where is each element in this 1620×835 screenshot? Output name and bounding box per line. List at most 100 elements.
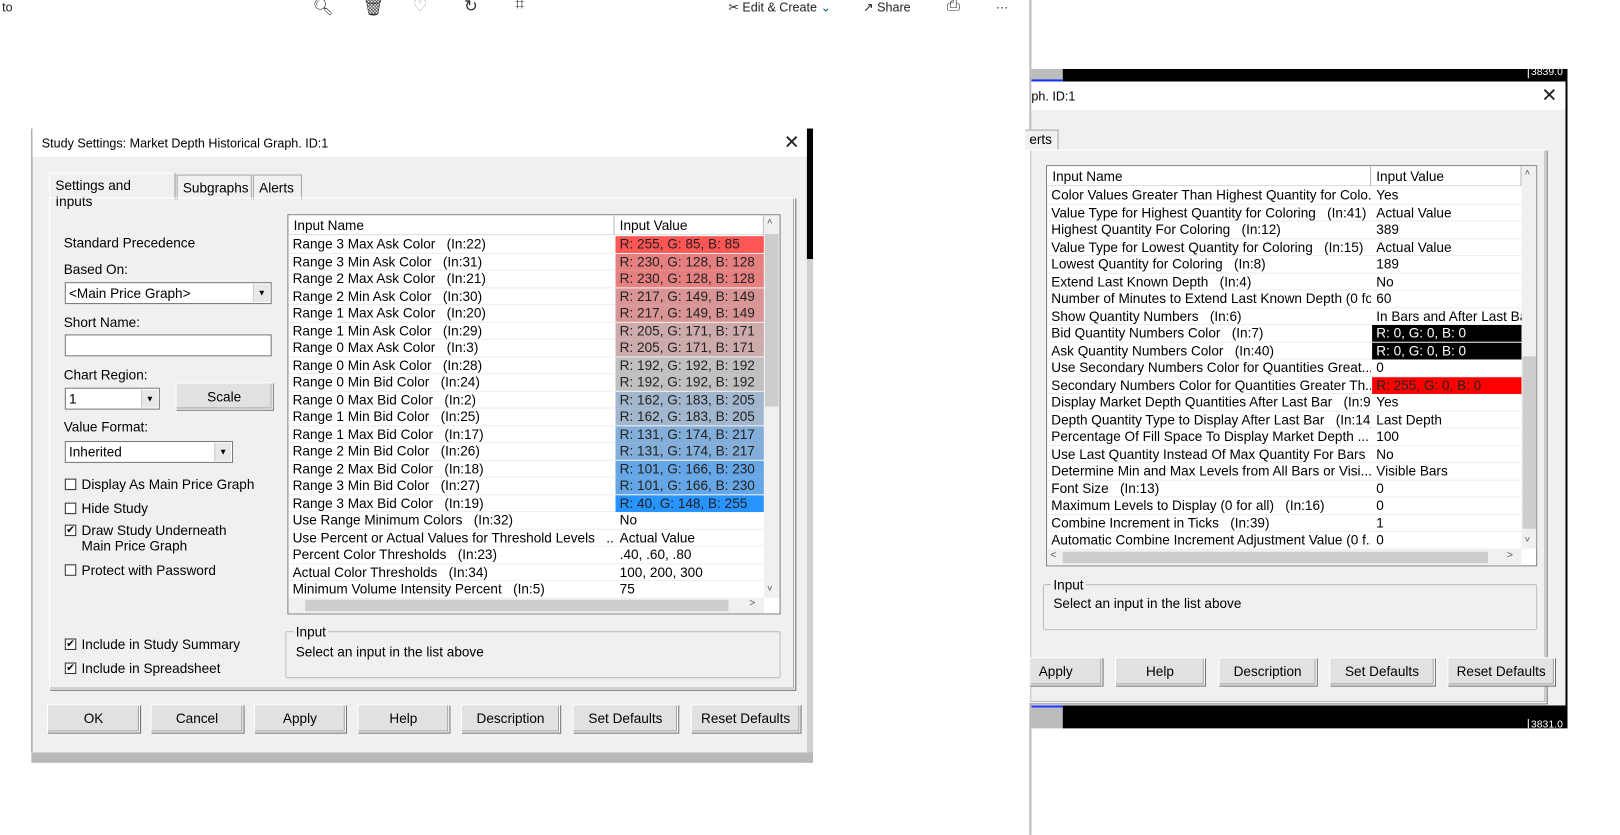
- cancel-button[interactable]: Cancel: [150, 704, 244, 733]
- tab-alerts[interactable]: Alerts: [252, 174, 303, 200]
- input-name-cell[interactable]: Use Secondary Numbers Color for Quantiti…: [1047, 359, 1371, 376]
- table-row[interactable]: Range 2 Max Ask Color (In:21) R: 230, G: …: [288, 270, 764, 288]
- h-scrollbar-thumb[interactable]: [1062, 551, 1489, 564]
- tab-subgraphs[interactable]: Subgraphs: [176, 174, 252, 200]
- input-name-cell[interactable]: Range 2 Min Ask Color (In:30): [288, 288, 614, 305]
- input-value-cell[interactable]: No: [1372, 273, 1521, 290]
- input-name-cell[interactable]: Bid Quantity Numbers Color (In:7): [1047, 325, 1371, 342]
- input-name-cell[interactable]: Range 3 Min Bid Color (In:27): [288, 478, 614, 495]
- checkbox-checked[interactable]: ✔: [64, 662, 77, 675]
- table-row[interactable]: Range 1 Min Bid Color (In:25) R: 162, G: …: [288, 408, 764, 426]
- h-scrollbar-thumb[interactable]: [305, 599, 729, 612]
- zoom-in-icon[interactable]: 🔍︎: [312, 0, 333, 18]
- input-value-cell[interactable]: R: 192, G: 192, B: 192: [615, 356, 764, 374]
- scroll-right-icon[interactable]: >: [1507, 550, 1513, 561]
- table-row[interactable]: Show Quantity Numbers (In:6) In Bars and …: [1047, 308, 1522, 325]
- input-value-cell[interactable]: 0: [1372, 497, 1521, 514]
- input-name-cell[interactable]: Range 2 Max Ask Color (In:21): [288, 271, 614, 288]
- table-row[interactable]: Range 3 Max Bid Color (In:19) R: 40, G: 1…: [288, 494, 764, 513]
- tab-alerts[interactable]: erts: [1025, 129, 1059, 150]
- checkbox-checked[interactable]: ✔: [64, 638, 77, 650]
- print-icon[interactable]: ⎙: [947, 0, 960, 16]
- input-value-cell[interactable]: R: 255, G: 85, B: 85: [615, 236, 764, 253]
- input-value-cell[interactable]: R: 217, G: 149, B: 149: [615, 287, 764, 305]
- input-value-cell[interactable]: Actual Value: [616, 529, 764, 546]
- input-value-cell[interactable]: Yes: [1372, 187, 1521, 204]
- help-button[interactable]: Help: [357, 704, 450, 733]
- table-row[interactable]: Minimum Volume Intensity Percent (In:5) 7…: [288, 581, 764, 599]
- table-row[interactable]: Bid Quantity Numbers Color (In:7) R: 0, G…: [1047, 324, 1522, 343]
- input-value-cell[interactable]: 0: [1372, 532, 1521, 549]
- input-value-cell[interactable]: Actual Value: [1372, 204, 1521, 221]
- input-value-cell[interactable]: 0: [1372, 480, 1521, 497]
- table-row[interactable]: Display Market Depth Quantities After La…: [1047, 394, 1522, 412]
- input-name-cell[interactable]: Range 0 Min Ask Color (In:28): [288, 357, 614, 374]
- table-row[interactable]: Range 2 Min Bid Color (In:26) R: 131, G: …: [288, 443, 764, 461]
- input-name-cell[interactable]: Lowest Quantity for Coloring (In:8): [1047, 256, 1371, 273]
- vertical-scrollbar[interactable]: ˄ ˅: [1521, 166, 1537, 549]
- input-value-cell[interactable]: .40, .60, .80: [616, 547, 764, 564]
- delete-icon[interactable]: 🗑︎: [363, 0, 384, 18]
- input-name-cell[interactable]: Value Type for Highest Quantity for Colo…: [1047, 204, 1371, 221]
- input-name-cell[interactable]: Determine Min and Max Levels from All Ba…: [1047, 463, 1371, 480]
- table-row[interactable]: Highest Quantity For Coloring (In:12) 389: [1047, 222, 1522, 239]
- column-header-input-name[interactable]: Input Name: [1047, 166, 1372, 187]
- input-name-cell[interactable]: Ask Quantity Numbers Color (In:40): [1047, 342, 1371, 359]
- input-name-cell[interactable]: Range 3 Max Bid Color (In:19): [288, 495, 614, 512]
- close-icon[interactable]: ✕: [1541, 85, 1557, 107]
- input-name-cell[interactable]: Range 1 Min Bid Color (In:25): [288, 409, 614, 426]
- table-row[interactable]: Range 3 Min Bid Color (In:27) R: 101, G: …: [288, 477, 764, 495]
- column-header-input-value[interactable]: Input Value: [1371, 166, 1522, 187]
- input-name-cell[interactable]: Value Type for Lowest Quantity for Color…: [1047, 239, 1371, 256]
- input-name-cell[interactable]: Show Quantity Numbers (In:6): [1047, 308, 1371, 325]
- horizontal-scrollbar[interactable]: >: [288, 597, 764, 614]
- table-row[interactable]: Lowest Quantity for Coloring (In:8) 189: [1047, 256, 1522, 274]
- edit-create-button[interactable]: ✂ Edit & Create ⌄: [728, 0, 831, 15]
- input-value-cell[interactable]: R: 230, G: 128, B: 128: [615, 253, 764, 271]
- table-row[interactable]: Percent Color Thresholds (In:23) .40, .60…: [288, 547, 764, 564]
- input-name-cell[interactable]: Percentage Of Fill Space To Display Mark…: [1047, 428, 1371, 445]
- input-name-cell[interactable]: Range 0 Max Bid Color (In:2): [288, 391, 614, 408]
- input-value-cell[interactable]: R: 192, G: 192, B: 192: [615, 374, 764, 391]
- checkbox-checked[interactable]: ✔: [64, 524, 77, 537]
- reset-defaults-button[interactable]: Reset Defaults: [1447, 657, 1555, 686]
- checkbox-unchecked[interactable]: [64, 564, 77, 576]
- input-name-cell[interactable]: Range 2 Max Bid Color (In:18): [288, 460, 614, 477]
- input-value-cell[interactable]: 0: [1372, 359, 1521, 376]
- table-row[interactable]: Automatic Combine Increment Adjustment V…: [1047, 532, 1522, 550]
- table-row[interactable]: Range 0 Min Bid Color (In:24) R: 192, G: …: [288, 374, 764, 392]
- input-value-cell[interactable]: R: 162, G: 183, B: 205: [615, 408, 764, 426]
- input-name-cell[interactable]: Range 1 Max Bid Color (In:17): [288, 426, 614, 443]
- table-row[interactable]: Range 1 Max Bid Color (In:17) R: 131, G: …: [288, 425, 764, 444]
- input-name-cell[interactable]: Extend Last Known Depth (In:4): [1047, 273, 1371, 290]
- based-on-select[interactable]: <Main Price Graph> ▼: [64, 282, 272, 305]
- input-value-cell[interactable]: 1: [1372, 515, 1521, 532]
- crop-icon[interactable]: ⌗: [515, 0, 524, 15]
- input-value-cell[interactable]: R: 217, G: 149, B: 149: [615, 305, 764, 322]
- table-row[interactable]: Percentage Of Fill Space To Display Mark…: [1047, 428, 1522, 446]
- help-button[interactable]: Help: [1115, 657, 1205, 686]
- table-row[interactable]: Range 0 Max Ask Color (In:3) R: 205, G: 1…: [288, 339, 764, 357]
- table-row[interactable]: Ask Quantity Numbers Color (In:40) R: 0, …: [1047, 342, 1522, 360]
- table-row[interactable]: Value Type for Lowest Quantity for Color…: [1047, 239, 1522, 257]
- close-icon[interactable]: ✕: [784, 132, 800, 154]
- table-row[interactable]: Actual Color Thresholds (In:34) 100, 200,…: [288, 564, 764, 582]
- table-row[interactable]: Use Secondary Numbers Color for Quantiti…: [1047, 359, 1522, 377]
- input-name-cell[interactable]: Depth Quantity Type to Display After Las…: [1047, 411, 1371, 428]
- input-name-cell[interactable]: Use Percent or Actual Values for Thresho…: [288, 529, 615, 546]
- input-value-cell[interactable]: R: 40, G: 148, B: 255: [615, 494, 764, 512]
- input-value-cell[interactable]: R: 131, G: 174, B: 217: [615, 443, 764, 460]
- table-row[interactable]: Extend Last Known Depth (In:4) No: [1047, 273, 1522, 291]
- table-row[interactable]: Use Last Quantity Instead Of Max Quantit…: [1047, 446, 1522, 463]
- input-name-cell[interactable]: Range 1 Max Ask Color (In:20): [288, 305, 614, 322]
- table-row[interactable]: Depth Quantity Type to Display After Las…: [1047, 411, 1522, 429]
- description-button[interactable]: Description: [460, 704, 561, 733]
- horizontal-scrollbar[interactable]: < >: [1047, 549, 1522, 566]
- chart-region-select[interactable]: 1 ▼: [64, 387, 160, 410]
- input-name-cell[interactable]: Use Range Minimum Colors (In:32): [288, 512, 614, 529]
- input-value-cell[interactable]: R: 0, G: 0, B: 0: [1372, 342, 1522, 359]
- table-row[interactable]: Range 0 Min Ask Color (In:28) R: 192, G: …: [288, 356, 764, 375]
- input-name-cell[interactable]: Font Size (In:13): [1047, 480, 1371, 497]
- set-defaults-button[interactable]: Set Defaults: [1329, 657, 1435, 686]
- table-row[interactable]: Range 2 Max Bid Color (In:18) R: 101, G: …: [288, 460, 764, 478]
